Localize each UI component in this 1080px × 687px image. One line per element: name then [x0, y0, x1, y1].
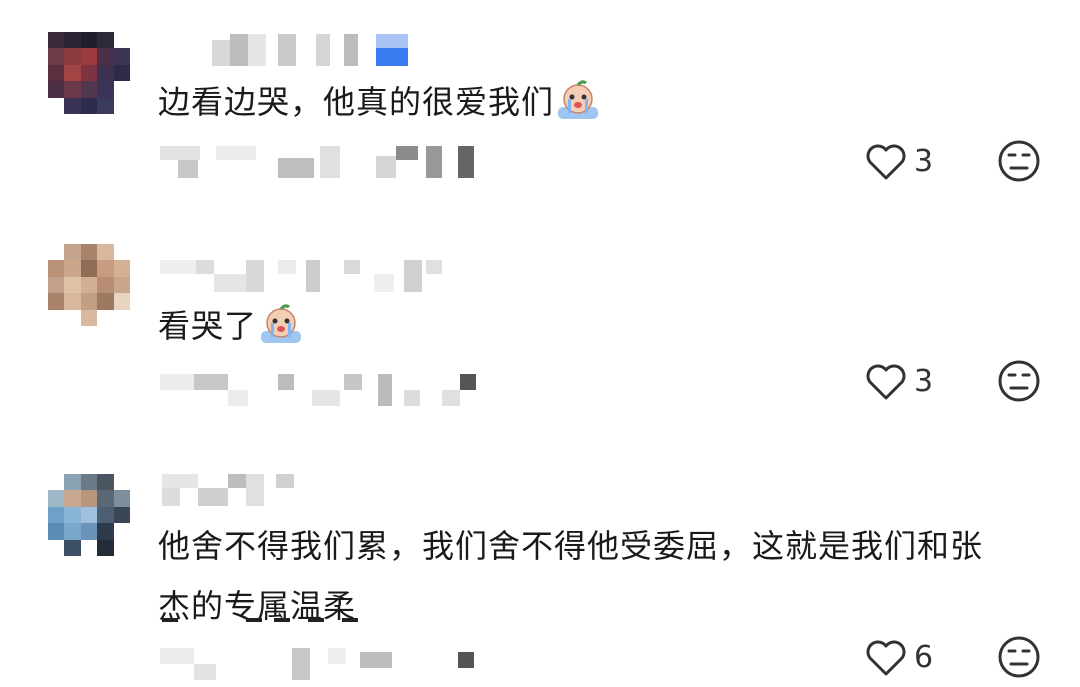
crying-face-emoji: [558, 80, 599, 119]
like-count: 3: [914, 364, 934, 399]
comment-text-content: 边看边哭，他真的很爱我们: [158, 83, 555, 121]
comment-text-line: 杰的专属温柔: [158, 587, 357, 625]
neutral-face-icon[interactable]: [996, 138, 1042, 184]
avatar[interactable]: [48, 244, 130, 326]
comment-text: 边看边哭，他真的很爱我们: [158, 72, 1038, 132]
comment-item: 他舍不得我们累，我们舍不得他受委屈，这就是我们和张 杰的专属温柔 6: [0, 450, 1080, 687]
comment-meta-blurred: [160, 374, 480, 406]
comment-text-line: 他舍不得我们累，我们舍不得他受委屈，这就是我们和张: [158, 527, 984, 565]
crying-face-emoji: [261, 304, 302, 343]
like-count: 3: [914, 144, 934, 179]
comment-item: 看哭了 3: [0, 220, 1080, 450]
neutral-face-icon[interactable]: [996, 634, 1042, 680]
comment-meta-blurred: [160, 648, 480, 680]
comment-item: 边看边哭，他真的很爱我们 3: [0, 0, 1080, 220]
username-blurred[interactable]: [160, 260, 450, 292]
heart-outline-icon[interactable]: [864, 636, 908, 680]
avatar[interactable]: [48, 32, 130, 114]
comment-text-content: 看哭了: [158, 307, 258, 345]
username-blurred[interactable]: [162, 474, 342, 506]
neutral-face-icon[interactable]: [996, 358, 1042, 404]
text-underline-marks: [162, 618, 362, 622]
heart-outline-icon[interactable]: [864, 140, 908, 184]
comment-meta-blurred: [160, 146, 480, 178]
comment-list: 边看边哭，他真的很爱我们 3 看哭了 3 他舍不得我们累，我们舍不得他受委屈，这…: [0, 0, 1080, 687]
like-count: 6: [914, 640, 934, 675]
username-blurred[interactable]: [166, 34, 416, 66]
heart-outline-icon[interactable]: [864, 360, 908, 404]
avatar[interactable]: [48, 474, 130, 556]
comment-text: 看哭了: [158, 296, 1038, 356]
